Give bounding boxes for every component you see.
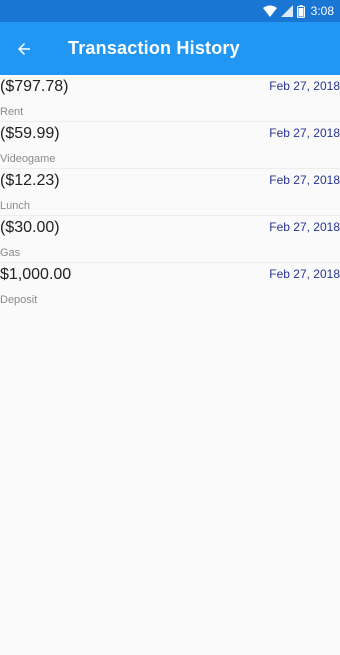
- transaction-row[interactable]: $1,000.00 Feb 27, 2018 Deposit: [0, 263, 340, 310]
- transaction-amount: ($12.23): [0, 172, 60, 189]
- cell-signal-icon: [277, 5, 293, 17]
- arrow-back-icon: [18, 43, 30, 55]
- transaction-date: Feb 27, 2018: [269, 267, 340, 281]
- transaction-row[interactable]: ($797.78) Feb 27, 2018 Rent: [0, 75, 340, 122]
- battery-icon: [293, 4, 305, 18]
- page-title: Transaction History: [68, 38, 240, 58]
- transaction-description: Lunch: [0, 200, 30, 212]
- transaction-description: Videogame: [0, 153, 56, 165]
- transaction-row[interactable]: ($12.23) Feb 27, 2018 Lunch: [0, 169, 340, 216]
- transaction-date: Feb 27, 2018: [269, 126, 340, 140]
- transaction-date: Feb 27, 2018: [269, 79, 340, 93]
- app-bar: Transaction History: [0, 22, 340, 75]
- back-button[interactable]: [10, 35, 38, 63]
- transaction-row[interactable]: ($30.00) Feb 27, 2018 Gas: [0, 216, 340, 263]
- transaction-description: Deposit: [0, 294, 38, 306]
- transaction-list: ($797.78) Feb 27, 2018 Rent ($59.99) Feb…: [0, 75, 340, 310]
- transaction-description: Gas: [0, 247, 21, 259]
- status-bar: 3:08: [0, 0, 340, 22]
- transaction-amount: ($30.00): [0, 219, 60, 236]
- transaction-amount: $1,000.00: [0, 266, 72, 283]
- wifi-icon: [259, 5, 277, 17]
- transaction-amount: ($797.78): [0, 78, 69, 95]
- status-time: 3:08: [310, 4, 334, 18]
- transaction-amount: ($59.99): [0, 125, 60, 142]
- transaction-description: Rent: [0, 106, 24, 118]
- transaction-date: Feb 27, 2018: [269, 173, 340, 187]
- transaction-date: Feb 27, 2018: [269, 220, 340, 234]
- transaction-row[interactable]: ($59.99) Feb 27, 2018 Videogame: [0, 122, 340, 169]
- status-icons: 3:08: [259, 3, 334, 19]
